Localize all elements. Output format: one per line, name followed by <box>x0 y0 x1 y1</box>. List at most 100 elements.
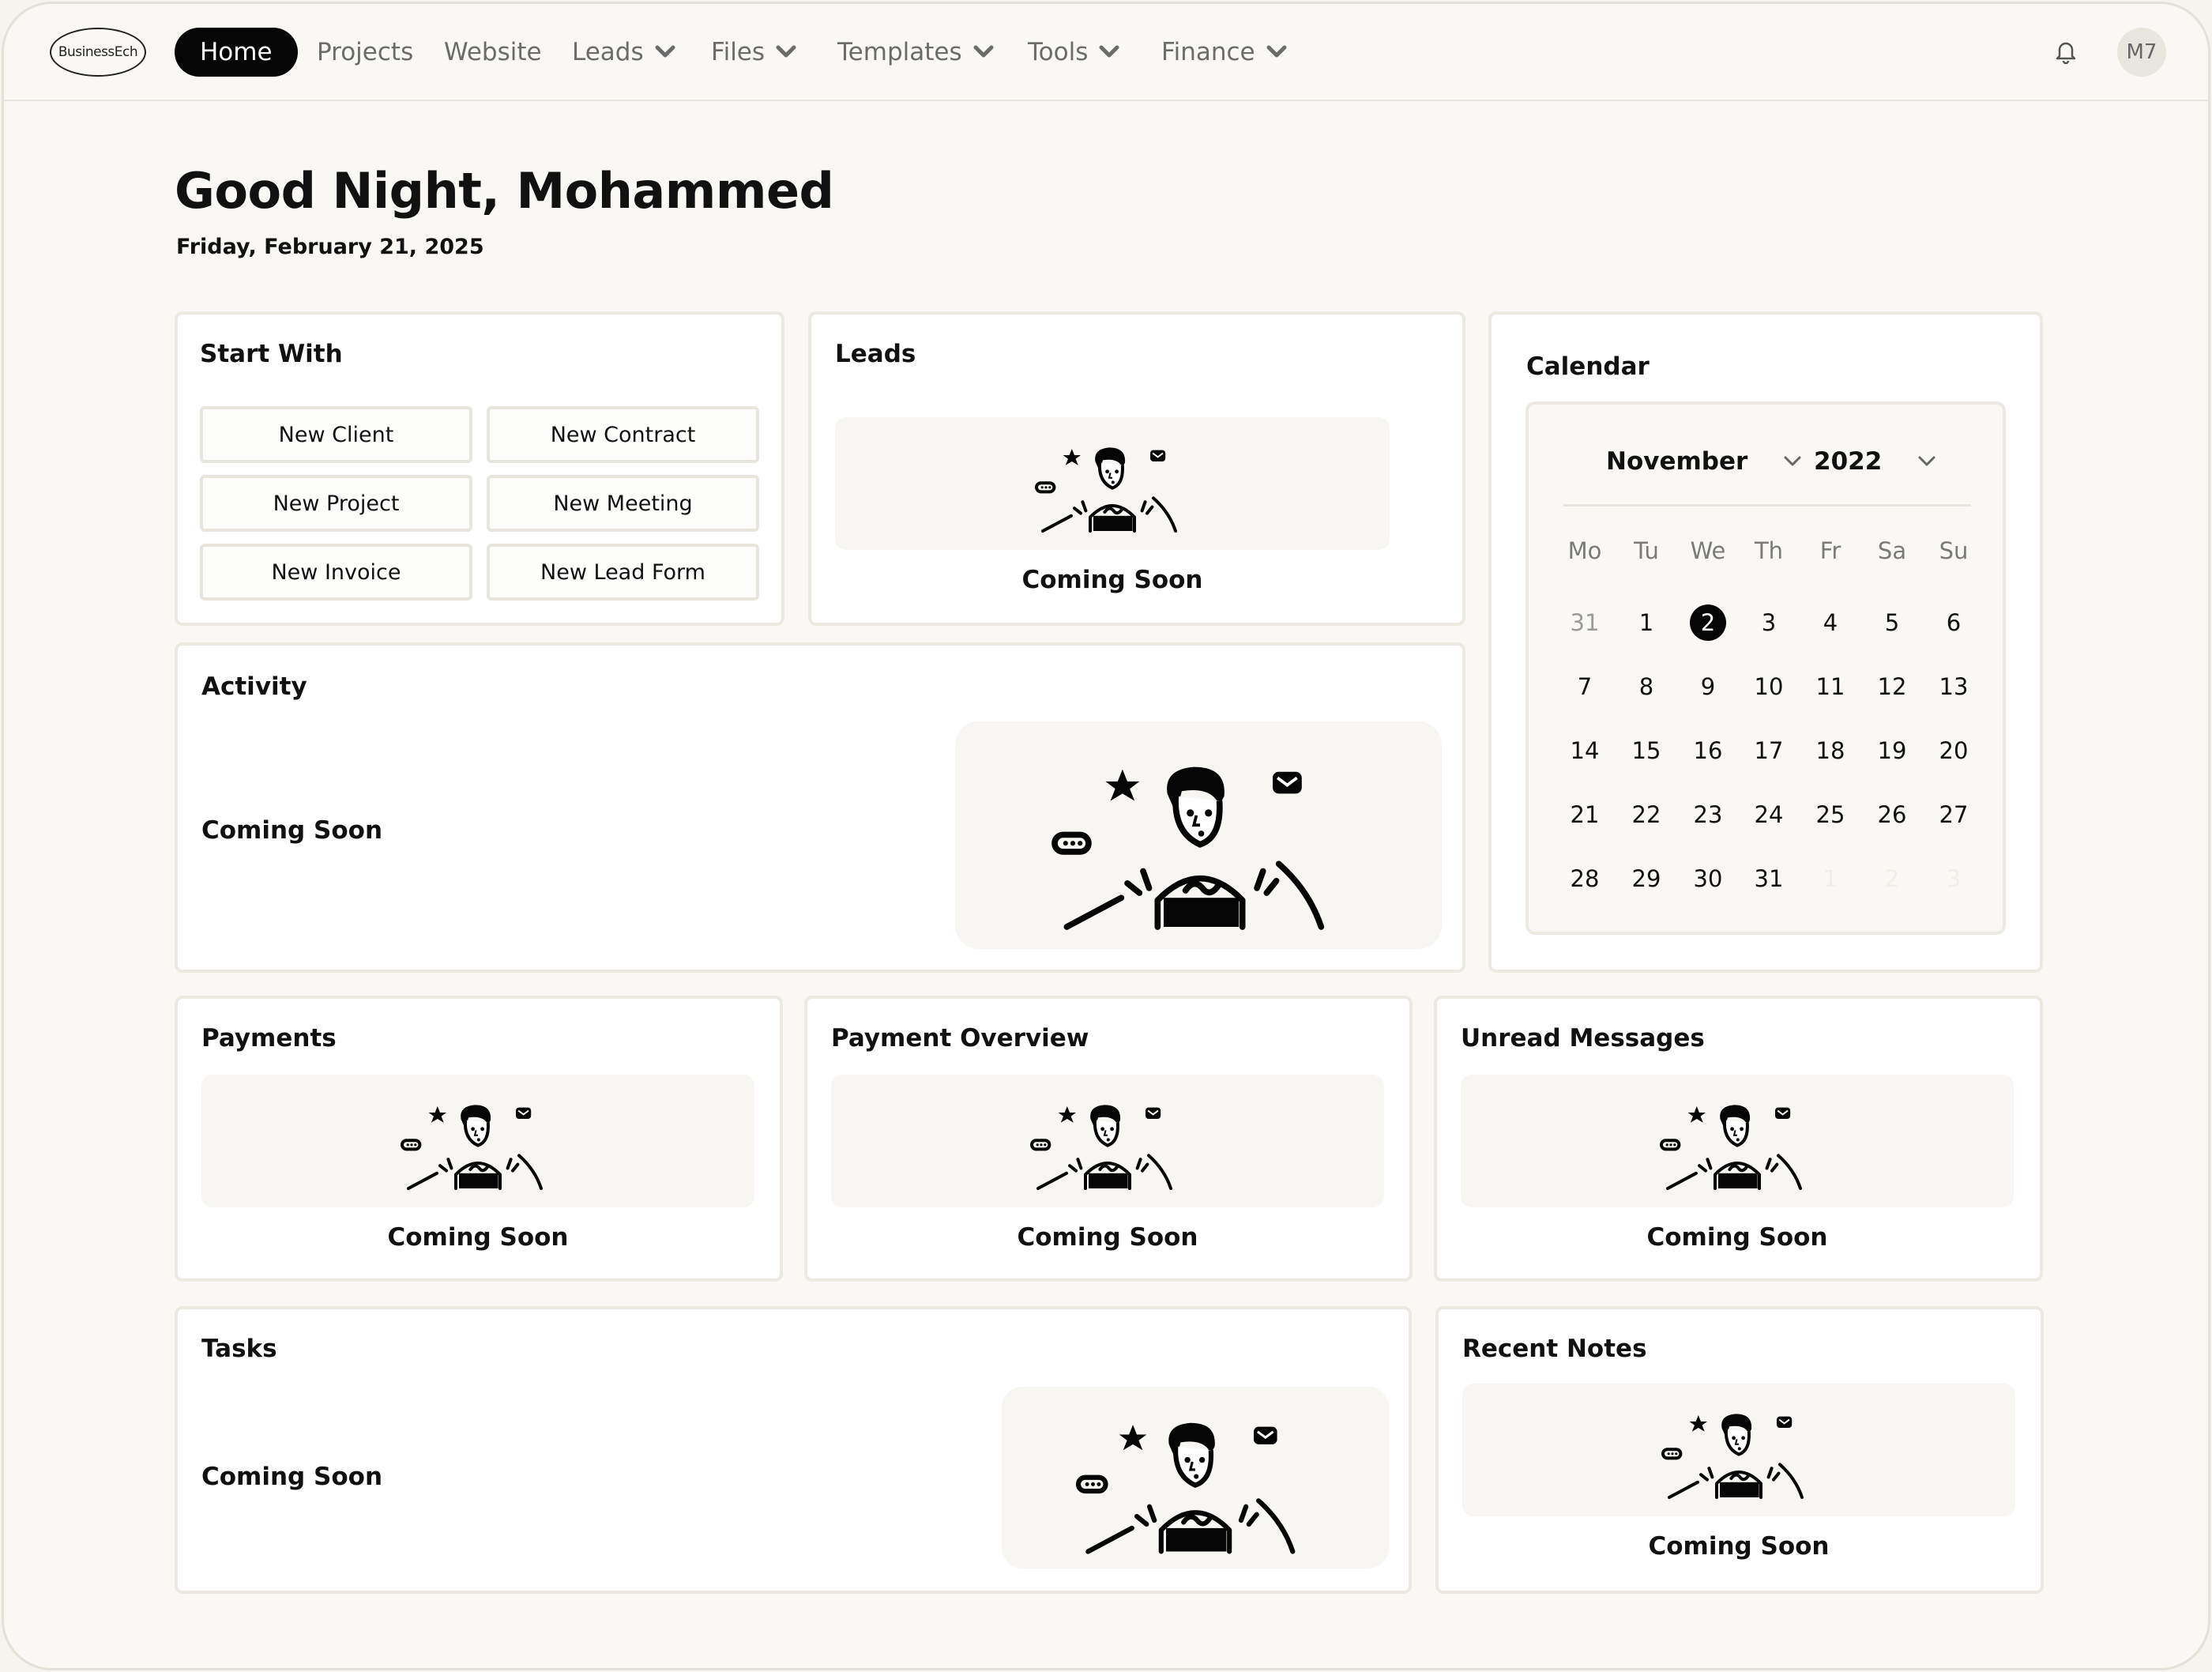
nav-files[interactable]: Files <box>711 28 796 77</box>
calendar-day[interactable]: 26 <box>1868 791 1916 838</box>
app-window: BusinessEch Home Projects Website Leads … <box>2 2 2210 1670</box>
nav-projects[interactable]: Projects <box>317 28 413 77</box>
new-client-button[interactable]: New Client <box>200 406 472 463</box>
nav-website[interactable]: Website <box>444 28 542 77</box>
calendar-day[interactable]: 2 <box>1868 855 1916 902</box>
nav-projects-label: Projects <box>317 38 414 66</box>
weekday-label: Su <box>1939 537 1969 564</box>
calendar-day[interactable]: 12 <box>1868 663 1916 710</box>
tasks-title: Tasks <box>201 1335 277 1363</box>
calendar-day[interactable]: 8 <box>1623 663 1670 710</box>
tasks-card: Tasks Coming Soon <box>175 1306 1412 1594</box>
bell-icon[interactable] <box>2055 39 2077 64</box>
nav-templates-label: Templates <box>837 38 962 66</box>
calendar-day[interactable]: 29 <box>1623 855 1670 902</box>
new-meeting-button[interactable]: New Meeting <box>487 475 759 532</box>
calendar-day[interactable]: 6 <box>1930 599 1977 646</box>
nav-templates[interactable]: Templates <box>837 28 994 77</box>
nav-finance-label: Finance <box>1161 38 1255 66</box>
start-with-card: Start With New Client New Contract New P… <box>175 311 784 626</box>
payments-card: Payments Coming Soon <box>175 996 783 1282</box>
nav-finance[interactable]: Finance <box>1161 28 1287 77</box>
year-select[interactable]: 2022 <box>1814 447 1936 476</box>
calendar-day[interactable]: 20 <box>1930 727 1977 774</box>
nav-leads[interactable]: Leads <box>572 28 675 77</box>
calendar-day-selected[interactable]: 2 <box>1690 604 1726 641</box>
calendar-day[interactable]: 11 <box>1807 663 1854 710</box>
calendar-day[interactable]: 14 <box>1561 727 1608 774</box>
new-project-button[interactable]: New Project <box>200 475 472 532</box>
top-navigation: BusinessEch Home Projects Website Leads … <box>4 4 2208 101</box>
calendar-day[interactable]: 7 <box>1561 663 1608 710</box>
coming-soon-illustration <box>1075 1422 1296 1554</box>
payment-overview-title: Payment Overview <box>831 1024 1089 1053</box>
month-value: November <box>1606 447 1748 476</box>
calendar-title: Calendar <box>1526 352 1650 381</box>
payment-overview-status: Coming Soon <box>1017 1223 1198 1252</box>
activity-status: Coming Soon <box>201 816 383 845</box>
new-contract-button[interactable]: New Contract <box>487 406 759 463</box>
calendar-day[interactable]: 23 <box>1684 791 1732 838</box>
calendar-day[interactable]: 15 <box>1623 727 1670 774</box>
calendar-day[interactable]: 1 <box>1623 599 1670 646</box>
recent-notes-status: Coming Soon <box>1648 1532 1830 1561</box>
month-select[interactable]: November <box>1606 447 1801 476</box>
calendar-day[interactable]: 30 <box>1684 855 1732 902</box>
payments-title: Payments <box>201 1024 337 1053</box>
calendar-day[interactable]: 5 <box>1868 599 1916 646</box>
calendar-day[interactable]: 18 <box>1807 727 1854 774</box>
weekday-label: Fr <box>1819 537 1841 564</box>
chevron-down-icon <box>776 45 796 58</box>
new-invoice-button[interactable]: New Invoice <box>200 544 472 601</box>
coming-soon-illustration <box>1030 1105 1172 1190</box>
calendar-day[interactable]: 22 <box>1623 791 1670 838</box>
nav-home[interactable]: Home <box>175 28 298 77</box>
nav-files-label: Files <box>711 38 766 66</box>
calendar-day[interactable]: 4 <box>1807 599 1854 646</box>
calendar-day[interactable]: 3 <box>1745 599 1793 646</box>
calendar-day[interactable]: 13 <box>1930 663 1977 710</box>
logo[interactable]: BusinessEch <box>50 28 146 77</box>
calendar-day[interactable]: 3 <box>1930 855 1977 902</box>
new-lead-form-button[interactable]: New Lead Form <box>487 544 759 601</box>
calendar-day[interactable]: 19 <box>1868 727 1916 774</box>
payment-overview-illustration <box>831 1075 1384 1207</box>
calendar-day[interactable]: 1 <box>1807 855 1854 902</box>
nav-home-label: Home <box>200 38 273 66</box>
calendar-day[interactable]: 10 <box>1745 663 1793 710</box>
calendar-day[interactable]: 9 <box>1684 663 1732 710</box>
leads-illustration <box>835 417 1390 550</box>
unread-messages-illustration <box>1461 1075 2014 1207</box>
greeting-title: Good Night, Mohammed <box>175 162 834 220</box>
avatar[interactable]: M7 <box>2117 28 2166 77</box>
calendar-day[interactable]: 21 <box>1561 791 1608 838</box>
coming-soon-illustration <box>401 1105 543 1190</box>
calendar-day[interactable]: 25 <box>1807 791 1854 838</box>
payment-overview-card: Payment Overview Coming Soon <box>804 996 1413 1282</box>
chevron-down-icon <box>655 45 675 58</box>
coming-soon-illustration <box>1661 1414 1804 1499</box>
nav-website-label: Website <box>444 38 542 66</box>
leads-status: Coming Soon <box>1021 566 1203 594</box>
recent-notes-card: Recent Notes Coming Soon <box>1435 1306 2044 1594</box>
nav-tools[interactable]: Tools <box>1028 28 1119 77</box>
activity-card: Activity Coming Soon <box>175 642 1465 973</box>
leads-card: Leads Coming Soon <box>808 311 1465 626</box>
calendar-day[interactable]: 28 <box>1561 855 1608 902</box>
unread-messages-status: Coming Soon <box>1646 1223 1828 1252</box>
weekday-label: We <box>1690 537 1726 564</box>
nav-tools-label: Tools <box>1028 38 1089 66</box>
calendar-day[interactable]: 27 <box>1930 791 1977 838</box>
calendar-day[interactable]: 17 <box>1745 727 1793 774</box>
calendar-day[interactable]: 31 <box>1561 599 1608 646</box>
year-value: 2022 <box>1814 447 1883 476</box>
calendar-day[interactable]: 24 <box>1745 791 1793 838</box>
tasks-illustration <box>1002 1387 1389 1568</box>
chevron-down-icon <box>1918 456 1936 466</box>
calendar-day[interactable]: 16 <box>1684 727 1732 774</box>
calendar-widget: November 2022 Mo Tu We Th Fr Sa Su 31 1 … <box>1525 401 2006 935</box>
calendar-day[interactable]: 31 <box>1745 855 1793 902</box>
unread-messages-title: Unread Messages <box>1461 1024 1705 1053</box>
avatar-initials: M7 <box>2126 40 2157 64</box>
tasks-status: Coming Soon <box>201 1463 383 1491</box>
